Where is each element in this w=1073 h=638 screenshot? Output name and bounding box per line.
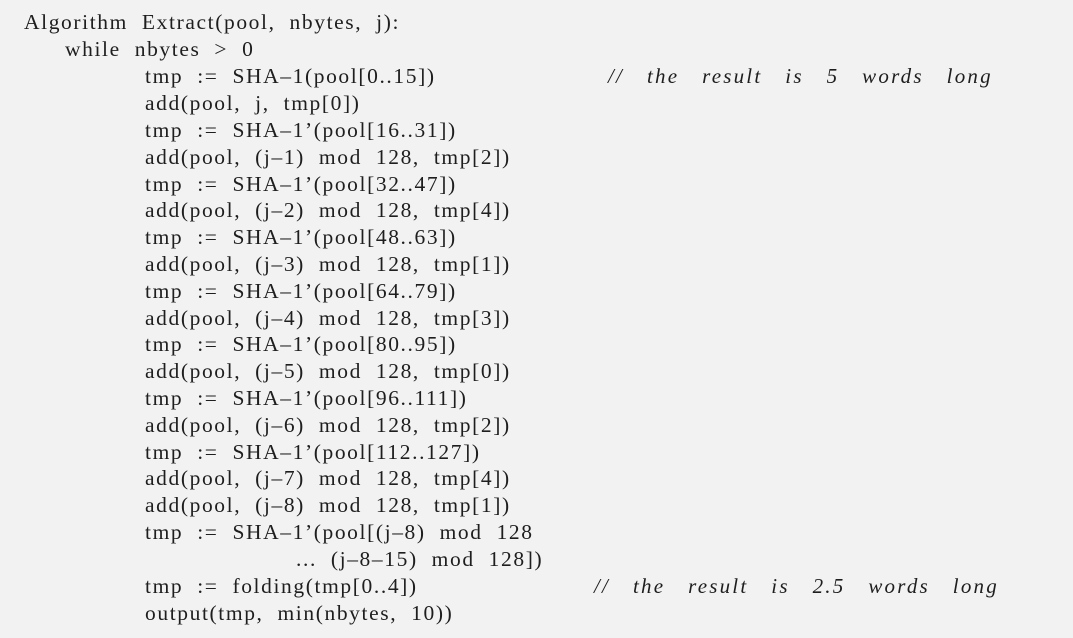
code-line-text: add(pool, (j–3) mod 128, tmp[1]) [145,252,511,276]
code-line: add(pool, j, tmp[0]) [145,90,361,117]
code-line-text: output(tmp, min(nbytes, 10)) [145,601,454,625]
code-line-text: add(pool, (j–6) mod 128, tmp[2]) [145,413,511,437]
code-line: add(pool, (j–2) mod 128, tmp[4]) [145,197,511,224]
code-line: tmp := SHA–1’(pool[16..31]) [145,117,457,144]
code-line-text: add(pool, (j–7) mod 128, tmp[4]) [145,466,511,490]
code-line: tmp := SHA–1’(pool[32..47]) [145,171,457,198]
code-line: add(pool, (j–6) mod 128, tmp[2]) [145,412,511,439]
code-line: tmp := SHA–1’(pool[64..79]) [145,278,457,305]
code-line: add(pool, (j–8) mod 128, tmp[1]) [145,492,511,519]
code-line: tmp := SHA–1’(pool[80..95]) [145,331,457,358]
code-line: add(pool, (j–7) mod 128, tmp[4]) [145,465,511,492]
code-line: tmp := SHA–1’(pool[(j–8) mod 128 [145,519,534,546]
code-line: Algorithm Extract(pool, nbytes, j): [24,9,400,36]
code-comment: // the result is 2.5 words long [594,574,999,598]
code-line-text: tmp := SHA–1’(pool[96..111]) [145,386,468,410]
code-line-text: tmp := SHA–1’(pool[32..47]) [145,172,457,196]
code-line: tmp := SHA–1(pool[0..15]) [145,63,436,90]
code-line-text: add(pool, (j–8) mod 128, tmp[1]) [145,493,511,517]
code-line-text: tmp := SHA–1’(pool[80..95]) [145,332,457,356]
code-line-text: add(pool, (j–5) mod 128, tmp[0]) [145,359,511,383]
code-line-text: tmp := SHA–1’(pool[(j–8) mod 128 [145,520,534,544]
code-line: while nbytes > 0 [65,36,254,63]
code-line-text: add(pool, j, tmp[0]) [145,91,361,115]
code-line-text: tmp := SHA–1’(pool[64..79]) [145,279,457,303]
code-line-text: tmp := SHA–1(pool[0..15]) [145,64,436,88]
code-line-text: add(pool, (j–1) mod 128, tmp[2]) [145,145,511,169]
code-line-text: ... (j–8–15) mod 128]) [296,547,544,571]
code-line-text: tmp := SHA–1’(pool[112..127]) [145,440,481,464]
code-line: tmp := SHA–1’(pool[112..127]) [145,439,481,466]
pseudocode-listing: Algorithm Extract(pool, nbytes, j): whil… [0,0,1073,638]
code-line-text: Algorithm Extract(pool, nbytes, j): [24,10,401,34]
code-line: ... (j–8–15) mod 128]) [296,546,543,573]
code-line-text: tmp := folding(tmp[0..4]) [145,574,418,598]
code-line: tmp := SHA–1’(pool[48..63]) [145,224,457,251]
code-line: add(pool, (j–1) mod 128, tmp[2]) [145,144,511,171]
code-line: output(tmp, min(nbytes, 10)) [145,600,453,627]
code-line: tmp := SHA–1’(pool[96..111]) [145,385,467,412]
code-line: add(pool, (j–4) mod 128, tmp[3]) [145,305,511,332]
code-line-text: add(pool, (j–4) mod 128, tmp[3]) [145,306,511,330]
code-line-text: tmp := SHA–1’(pool[16..31]) [145,118,457,142]
code-line: add(pool, (j–5) mod 128, tmp[0]) [145,358,511,385]
code-line-text: add(pool, (j–2) mod 128, tmp[4]) [145,198,511,222]
code-line-text: while nbytes > 0 [65,37,255,61]
code-line: add(pool, (j–3) mod 128, tmp[1]) [145,251,511,278]
code-line: tmp := folding(tmp[0..4]) [145,573,418,600]
code-line-text: tmp := SHA–1’(pool[48..63]) [145,225,457,249]
code-comment: // the result is 5 words long [608,64,993,88]
